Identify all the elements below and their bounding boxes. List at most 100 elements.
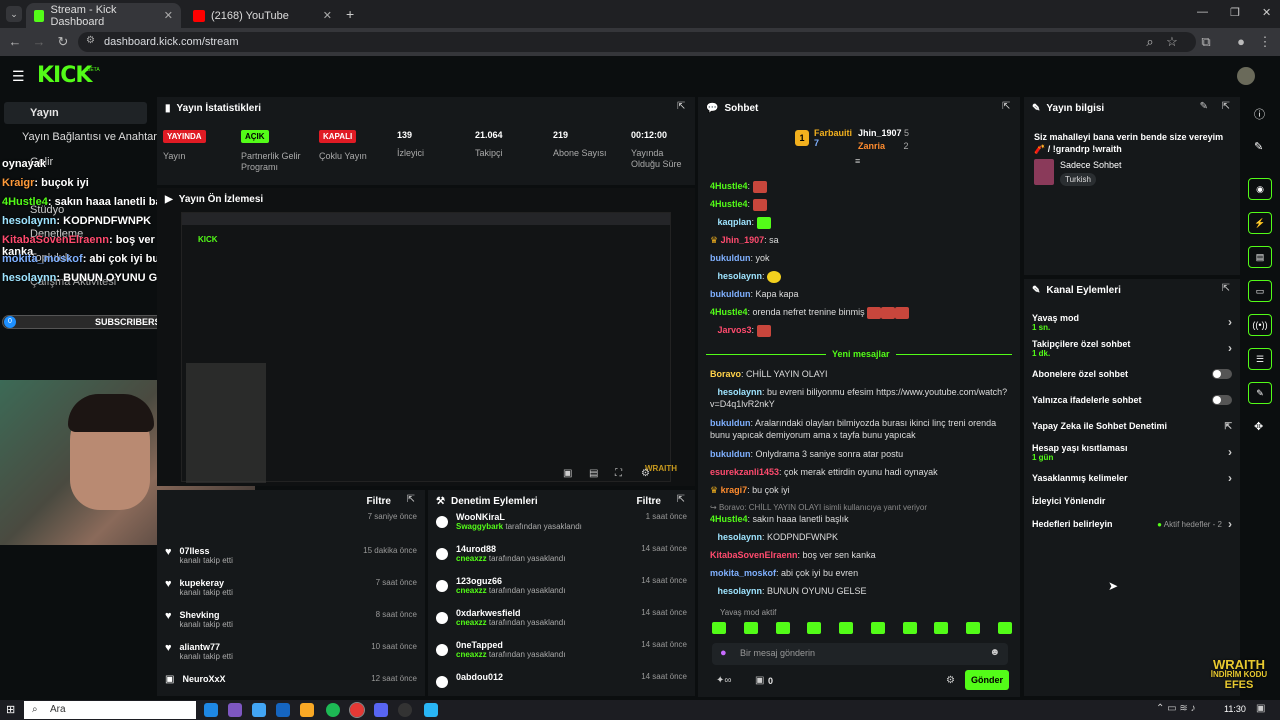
- restore-icon[interactable]: ❐: [1230, 6, 1240, 19]
- edit-icon[interactable]: ✎: [1200, 101, 1208, 112]
- action-slow-mode[interactable]: Yavaş mod 1 sn. ›: [1024, 309, 1240, 335]
- expand-leaders-icon[interactable]: ≡: [855, 156, 860, 166]
- popout-icon[interactable]: ⇱: [1002, 101, 1010, 112]
- tray-icons[interactable]: ⌃ ▭ ≋ ♪: [1156, 703, 1196, 714]
- broadcast-icon[interactable]: ((•)): [1248, 314, 1272, 336]
- emoji-icon[interactable]: ☻: [989, 647, 1000, 658]
- bookmark-star-icon[interactable]: ☆: [1163, 33, 1181, 51]
- chat-username[interactable]: hesolaynn: [718, 586, 763, 596]
- browser-tab-youtube[interactable]: (2168) YouTube ✕: [185, 3, 340, 28]
- chat-username[interactable]: 4Hustle4: [710, 199, 748, 209]
- popout-icon[interactable]: ⇱: [677, 494, 685, 505]
- popout-icon[interactable]: ⇱: [677, 101, 685, 112]
- pip-icon[interactable]: ▣: [563, 468, 572, 479]
- folder-icon[interactable]: [300, 703, 314, 717]
- chat-username[interactable]: Jhin_1907: [721, 235, 765, 245]
- emote-icon[interactable]: [870, 622, 885, 634]
- emote-icon[interactable]: [712, 622, 726, 634]
- action-followers-only[interactable]: Takipçilere özel sohbet 1 dk. ›: [1024, 335, 1240, 361]
- copilot-icon[interactable]: [228, 703, 242, 717]
- new-tab-button[interactable]: +: [346, 6, 354, 22]
- edit-icon[interactable]: ✎: [1254, 140, 1263, 153]
- chat-username[interactable]: bukuldun: [710, 289, 751, 299]
- chat-icon[interactable]: ▭: [1248, 280, 1272, 302]
- chat-username[interactable]: kaqplan: [718, 217, 752, 227]
- emote-icon[interactable]: [775, 622, 790, 634]
- camera-icon[interactable]: ◉: [1248, 178, 1272, 200]
- emote-icon[interactable]: [966, 622, 981, 634]
- taskbar-search[interactable]: ⌕ Ara: [24, 701, 196, 719]
- close-window-icon[interactable]: ✕: [1262, 6, 1271, 19]
- emote-icon[interactable]: [997, 622, 1012, 634]
- user-avatar[interactable]: [1237, 67, 1255, 85]
- back-icon[interactable]: ←: [6, 33, 24, 51]
- chat-username[interactable]: mokita_moskof: [710, 568, 776, 578]
- chat-input[interactable]: ● Bir mesaj gönderin ☻: [712, 643, 1008, 665]
- emote-icon[interactable]: [807, 622, 822, 634]
- chat-username[interactable]: 4Hustle4: [710, 514, 748, 524]
- action-raid[interactable]: İzleyici Yönlendir: [1024, 491, 1240, 511]
- action-goals[interactable]: Hedefleri belirleyin ● Aktif hedefler - 2…: [1024, 511, 1240, 537]
- filter-button[interactable]: Filtre: [367, 496, 391, 507]
- theater-icon[interactable]: ▤: [589, 468, 598, 479]
- action-account-age[interactable]: Hesap yaşı kısıtlaması 1 gün ›: [1024, 439, 1240, 465]
- hamburger-menu-icon[interactable]: ☰: [12, 68, 25, 85]
- notes-icon[interactable]: ▤: [1248, 246, 1272, 268]
- list-icon[interactable]: ☰: [1248, 348, 1272, 370]
- filter-button[interactable]: Filtre: [637, 496, 661, 507]
- windows-start-icon[interactable]: ⊞: [6, 703, 20, 717]
- add-widget-icon[interactable]: ✥: [1254, 420, 1263, 433]
- sidebar-item-stream-key[interactable]: Yayın Bağlantısı ve Anahtarı: [22, 131, 160, 143]
- telegram-icon[interactable]: [424, 703, 438, 717]
- profile-icon[interactable]: ●: [1232, 33, 1250, 51]
- emote-icon[interactable]: [839, 622, 854, 634]
- subscribers-only-toggle[interactable]: [1212, 369, 1232, 379]
- tab-search-button[interactable]: ⌄: [6, 6, 22, 22]
- info-icon[interactable]: ⓘ: [1254, 106, 1265, 122]
- forward-icon[interactable]: →: [30, 33, 48, 51]
- extensions-icon[interactable]: ⧉: [1197, 33, 1215, 51]
- spotify-icon[interactable]: [326, 703, 340, 717]
- chat-username[interactable]: KitabaSovenElraenn: [710, 550, 798, 560]
- fullscreen-icon[interactable]: ⛶: [615, 468, 622, 479]
- popout-icon[interactable]: ⇱: [1222, 283, 1230, 294]
- chat-username[interactable]: hesolaynn: [718, 271, 763, 281]
- url-field[interactable]: dashboard.kick.com/stream: [78, 32, 1196, 52]
- outlook-icon[interactable]: [276, 703, 290, 717]
- site-info-icon[interactable]: ⚙: [86, 35, 95, 46]
- chat-username[interactable]: bukuldun: [710, 253, 751, 263]
- chrome-icon[interactable]: [349, 702, 365, 718]
- minimize-icon[interactable]: —: [1197, 6, 1208, 18]
- edge-icon[interactable]: [204, 703, 218, 717]
- chat-username[interactable]: Jarvos3: [718, 325, 752, 335]
- category-name[interactable]: Sadece Sohbet: [1060, 160, 1122, 170]
- reload-icon[interactable]: ↻: [54, 33, 72, 51]
- gift-icon[interactable]: ▣: [755, 675, 764, 686]
- sidebar-item-yayin[interactable]: Yayın: [4, 102, 147, 124]
- chat-username[interactable]: bukuldun: [710, 449, 751, 459]
- emote-icon[interactable]: [743, 622, 758, 634]
- zoom-icon[interactable]: ⌕: [1141, 33, 1159, 51]
- obs-icon[interactable]: [398, 703, 412, 717]
- chat-username[interactable]: hesolaynn: [718, 532, 763, 542]
- wrench-icon[interactable]: ✎: [1248, 382, 1272, 404]
- chat-username[interactable]: kragi7: [721, 485, 748, 495]
- close-icon[interactable]: ✕: [164, 9, 173, 22]
- microphone-icon[interactable]: ●: [720, 647, 727, 659]
- chat-settings-icon[interactable]: ⚙: [946, 675, 955, 686]
- action-ai-moderation[interactable]: Yapay Zeka ile Sohbet Denetimi ⇱: [1024, 413, 1240, 439]
- clock[interactable]: 11:30: [1224, 704, 1246, 714]
- action-banned-words[interactable]: Yasaklanmış kelimeler ›: [1024, 465, 1240, 491]
- chat-username[interactable]: esurekzanli1453: [710, 467, 779, 477]
- chat-username[interactable]: bukuldun: [710, 418, 751, 428]
- lightning-icon[interactable]: ⚡: [1248, 212, 1272, 234]
- close-icon[interactable]: ✕: [323, 9, 332, 22]
- emote-only-toggle[interactable]: [1212, 395, 1232, 405]
- notification-icon[interactable]: ▣: [1256, 703, 1265, 714]
- browser-tab-kick[interactable]: Stream - Kick Dashboard ✕: [26, 3, 181, 28]
- kick-logo[interactable]: KICK: [37, 63, 92, 88]
- chat-username[interactable]: 4Hustle4: [710, 181, 748, 191]
- settings-icon[interactable]: ⚙: [641, 468, 650, 479]
- store-icon[interactable]: [252, 703, 266, 717]
- chat-username[interactable]: Boravo: [710, 369, 741, 379]
